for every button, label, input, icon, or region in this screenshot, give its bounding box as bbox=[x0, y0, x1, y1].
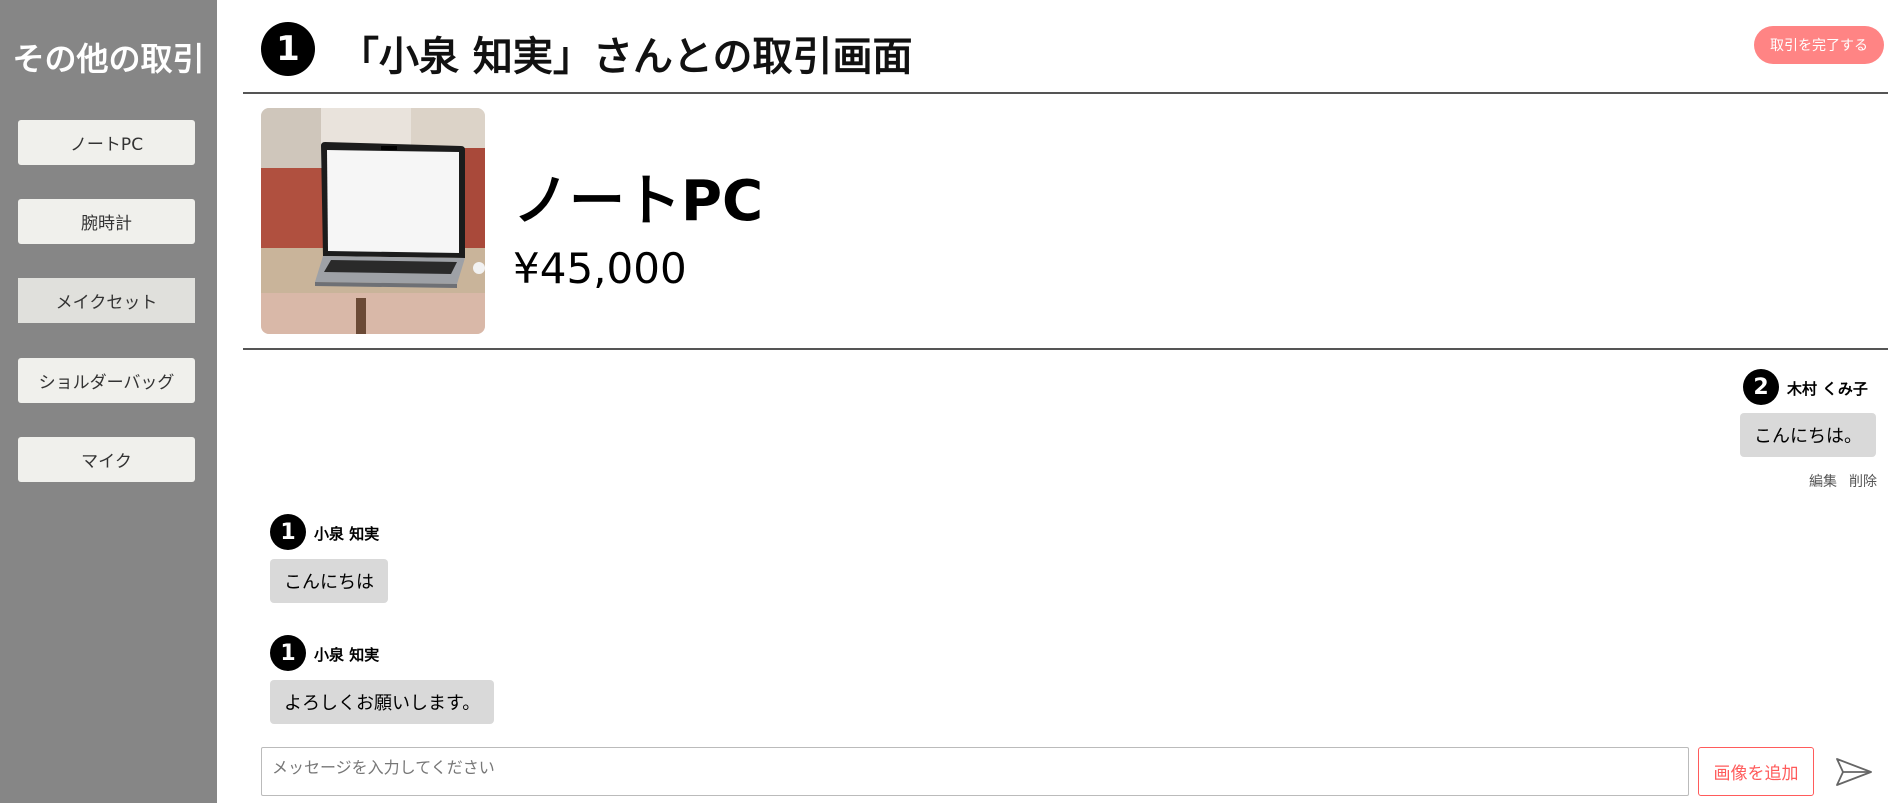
complete-transaction-button[interactable]: 取引を完了する bbox=[1754, 26, 1884, 64]
message-avatar: 2 bbox=[1743, 369, 1779, 405]
app: その他の取引 ノートPC 腕時計 メイクセット ショルダーバッグ マイク 1 「… bbox=[0, 0, 1888, 803]
message-sender-name: 木村 くみ子 bbox=[1787, 380, 1868, 398]
send-button[interactable] bbox=[1834, 754, 1874, 790]
sidebar-item-note-pc[interactable]: ノートPC bbox=[18, 120, 195, 165]
message-bubble: こんにちは。 bbox=[1740, 413, 1876, 457]
message-sender-name: 小泉 知実 bbox=[314, 646, 380, 664]
transaction-header: 1 「小泉 知実」さんとの取引画面 取引を完了する bbox=[243, 0, 1888, 94]
product-name: ノートPC bbox=[513, 169, 764, 234]
message-avatar: 1 bbox=[270, 514, 306, 550]
partner-avatar: 1 bbox=[261, 22, 315, 76]
message-avatar: 1 bbox=[270, 635, 306, 671]
sidebar-item-mic[interactable]: マイク bbox=[18, 437, 195, 482]
edit-message-button[interactable]: 編集 bbox=[1809, 471, 1837, 491]
sidebar-item-shoulder-bag[interactable]: ショルダーバッグ bbox=[18, 358, 195, 403]
message-sender-name: 小泉 知実 bbox=[314, 525, 380, 543]
product-price: ¥45,000 bbox=[513, 244, 687, 293]
laptop-photo bbox=[261, 108, 485, 334]
message-bubble: よろしくお願いします。 bbox=[270, 680, 495, 724]
sidebar-title: その他の取引 bbox=[12, 40, 205, 78]
sidebar-item-watch[interactable]: 腕時計 bbox=[18, 199, 195, 244]
message-input[interactable] bbox=[261, 747, 1689, 796]
product-image bbox=[261, 108, 485, 334]
sidebar-item-makeup-set[interactable]: メイクセット bbox=[18, 278, 195, 323]
sidebar: その他の取引 ノートPC 腕時計 メイクセット ショルダーバッグ マイク bbox=[0, 0, 217, 803]
paper-plane-icon bbox=[1836, 758, 1872, 786]
product-summary: ノートPC ¥45,000 bbox=[243, 96, 1888, 350]
add-image-button[interactable]: 画像を追加 bbox=[1698, 747, 1814, 796]
page-title: 「小泉 知実」さんとの取引画面 bbox=[339, 34, 913, 80]
delete-message-button[interactable]: 削除 bbox=[1849, 471, 1877, 491]
message-bubble: こんにちは bbox=[270, 559, 388, 603]
